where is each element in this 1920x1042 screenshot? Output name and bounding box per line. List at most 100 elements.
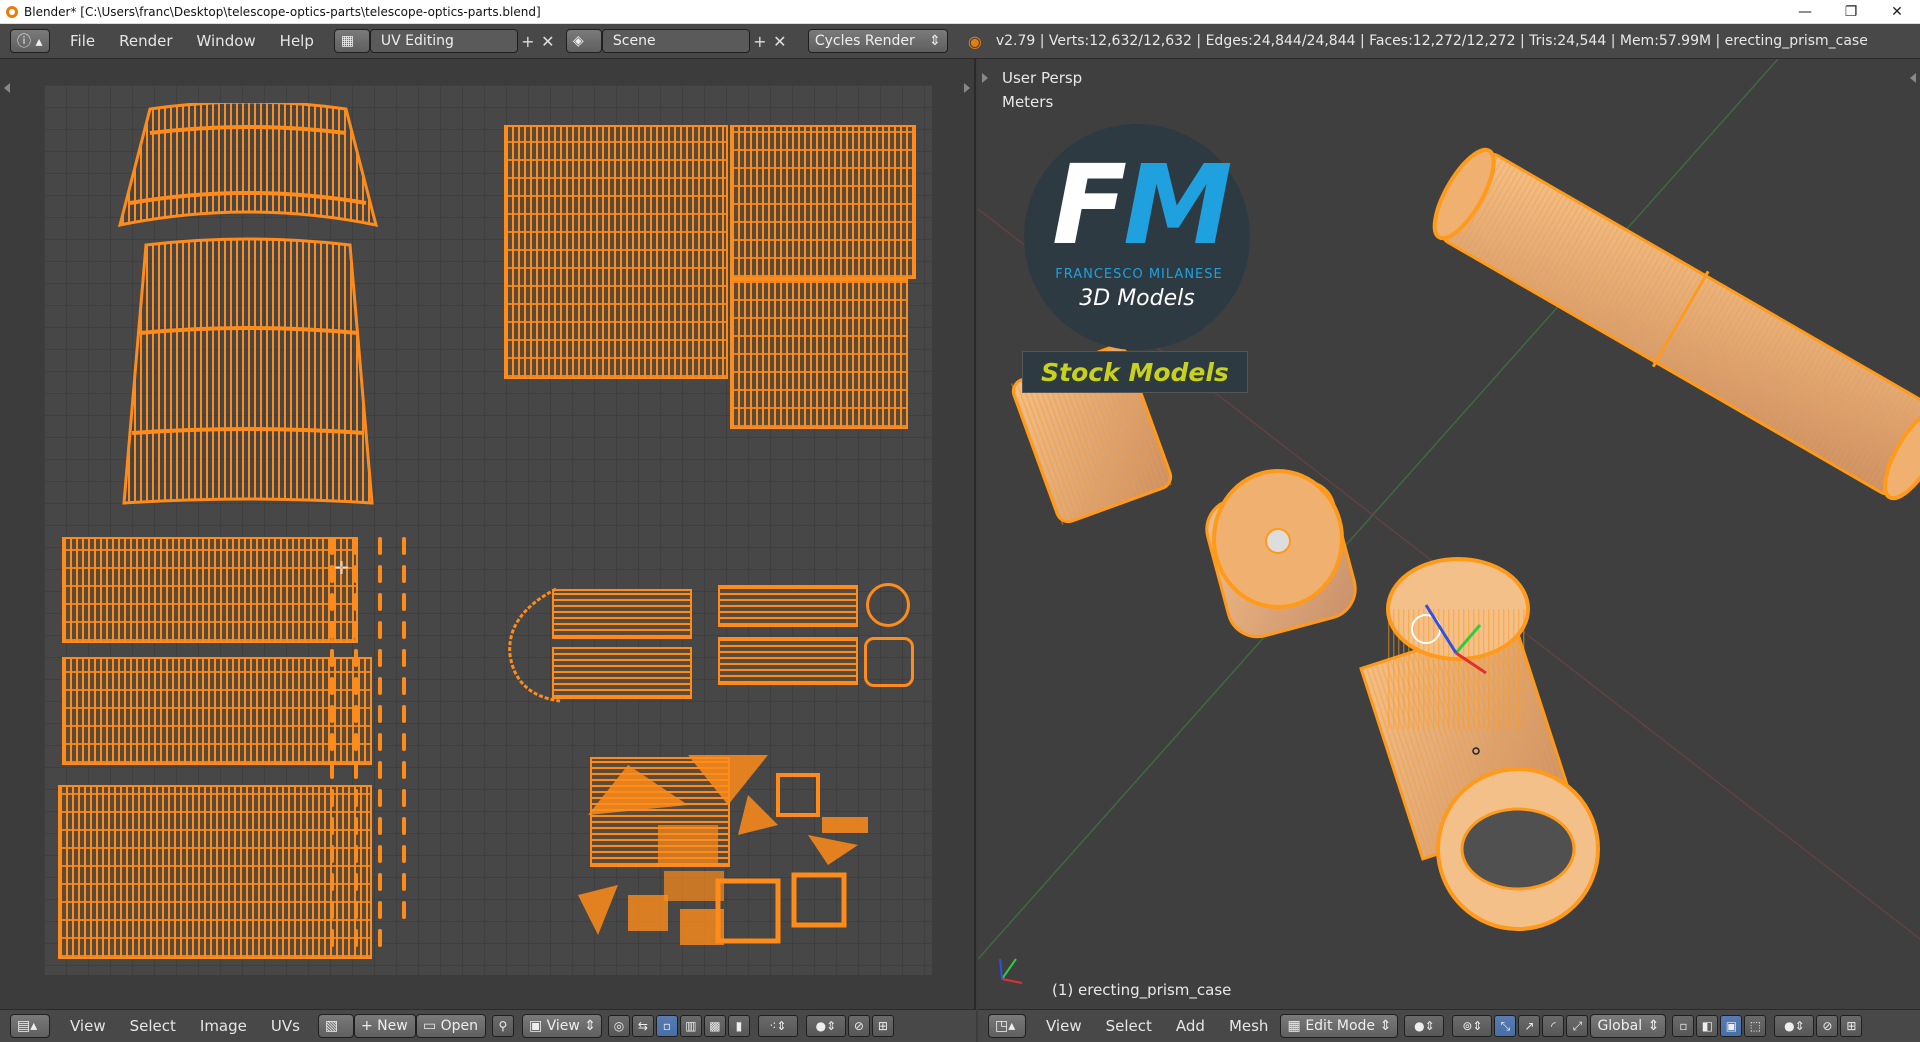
menu-render[interactable]: Render bbox=[107, 32, 184, 50]
toolshelf-toggle-icon[interactable] bbox=[4, 83, 10, 93]
uv-island-pin bbox=[330, 929, 334, 947]
uv-menu-view[interactable]: View bbox=[58, 1017, 118, 1035]
viewport-shading-icon[interactable]: ●⇕ bbox=[1404, 1015, 1445, 1037]
remove-scene-icon[interactable]: ✕ bbox=[770, 31, 790, 51]
pivot-point-icon[interactable]: ⊚⇕ bbox=[1452, 1015, 1493, 1037]
uv-island-pin bbox=[402, 873, 406, 891]
3d-menu-mesh[interactable]: Mesh bbox=[1217, 1017, 1281, 1035]
vertex-select-mode-icon[interactable]: ▫ bbox=[1672, 1015, 1695, 1037]
uv-island-pin bbox=[330, 621, 334, 639]
uv-island-pin bbox=[354, 593, 358, 611]
transform-orientation-select[interactable]: Global ⇕ bbox=[1590, 1014, 1667, 1038]
3d-viewport[interactable]: User Persp Meters (1) erecting_prism_cas… bbox=[978, 59, 1920, 1009]
3d-menu-select[interactable]: Select bbox=[1094, 1017, 1164, 1035]
properties-toggle-icon[interactable] bbox=[964, 83, 970, 93]
uv-menu-select[interactable]: Select bbox=[118, 1017, 188, 1035]
proportional-edit-3d-icon[interactable]: ●⇕ bbox=[1774, 1015, 1815, 1037]
add-layout-icon[interactable]: + bbox=[518, 31, 538, 51]
uv-island-pin bbox=[378, 929, 382, 947]
menu-help[interactable]: Help bbox=[268, 32, 326, 50]
uv-island-pin bbox=[354, 789, 358, 807]
uv-island-pin bbox=[378, 733, 382, 751]
editor-type-3d-icon[interactable]: ◳▴ bbox=[988, 1014, 1026, 1038]
uv-island-pin bbox=[402, 621, 406, 639]
manipulator-icon[interactable]: ⤡ bbox=[1494, 1015, 1517, 1037]
close-button[interactable]: ✕ bbox=[1874, 0, 1920, 24]
logo-author: FRANCESCO MILANESE bbox=[1055, 267, 1223, 282]
face-select-mode-icon[interactable]: ▣ bbox=[1720, 1015, 1743, 1037]
uv-island-pin bbox=[330, 705, 334, 723]
snap-icon[interactable]: ⊘ bbox=[847, 1015, 870, 1037]
limit-selection-icon[interactable]: ⬚ bbox=[1744, 1015, 1767, 1037]
new-image-button[interactable]: + New bbox=[353, 1014, 416, 1038]
render-engine-label: Cycles Render bbox=[814, 33, 915, 49]
uv-image-editor[interactable]: ✛ bbox=[0, 59, 976, 1009]
uv-island-pin bbox=[402, 901, 406, 919]
scale-icon[interactable]: ⤢ bbox=[1566, 1015, 1589, 1037]
uv-island-cone bbox=[117, 103, 379, 505]
open-image-label: Open bbox=[440, 1018, 479, 1034]
stock-models-banner: Stock Models bbox=[1022, 351, 1248, 393]
uv-island-pin bbox=[354, 817, 358, 835]
scene-icon[interactable]: ◈ bbox=[565, 29, 602, 53]
scene-field[interactable]: Scene bbox=[601, 29, 750, 53]
maximize-button[interactable]: ❐ bbox=[1828, 0, 1874, 24]
minimize-button[interactable]: — bbox=[1782, 0, 1828, 24]
snap-3d-icon[interactable]: ⊘ bbox=[1816, 1015, 1839, 1037]
editor-type-info-icon[interactable]: ⓘ ▴ bbox=[10, 29, 50, 53]
screen-layout-field[interactable]: UV Editing bbox=[369, 29, 518, 53]
sync-selection-icon[interactable]: ⇆ bbox=[631, 1015, 654, 1037]
sticky-selection-icon[interactable]: ⁖⇕ bbox=[757, 1015, 798, 1037]
uv-island-pin bbox=[378, 593, 382, 611]
view-mode-select[interactable]: ▣ View ⇕ bbox=[521, 1014, 602, 1038]
render-engine-select[interactable]: Cycles Render ⇕ bbox=[807, 29, 948, 53]
blender-icon: ◉ bbox=[967, 31, 982, 51]
translate-icon[interactable]: ↗ bbox=[1518, 1015, 1541, 1037]
fm-logo: FM FRANCESCO MILANESE 3D Models bbox=[1024, 124, 1250, 350]
uv-island-pin bbox=[330, 537, 334, 555]
snap-element-icon[interactable]: ⊞ bbox=[871, 1015, 894, 1037]
uv-grid[interactable]: ✛ bbox=[44, 85, 932, 975]
vertex-select-icon[interactable]: ▫ bbox=[655, 1015, 678, 1037]
uv-island-pin bbox=[378, 873, 382, 891]
uv-island-pin bbox=[330, 593, 334, 611]
2d-cursor-icon[interactable]: ✛ bbox=[334, 559, 354, 579]
pivot-icon[interactable]: ◎ bbox=[607, 1015, 630, 1037]
edge-select-icon[interactable]: ▥ bbox=[679, 1015, 702, 1037]
3d-view-header: ◳▴ View Select Add Mesh ▦ Edit Mode ⇕ ●⇕ ⊚… bbox=[978, 1009, 1920, 1042]
uv-island-pin bbox=[354, 677, 358, 695]
island-select-icon[interactable]: ▮ bbox=[727, 1015, 750, 1037]
uv-island-ring bbox=[866, 583, 910, 627]
uv-island-pin bbox=[402, 649, 406, 667]
image-browse-icon[interactable]: ▧ bbox=[317, 1014, 354, 1038]
logo-subtitle: 3D Models bbox=[1079, 286, 1195, 311]
editor-type-uv-icon[interactable]: ▤▴ bbox=[10, 1014, 50, 1038]
3d-menu-add[interactable]: Add bbox=[1164, 1017, 1217, 1035]
menu-window[interactable]: Window bbox=[185, 32, 268, 50]
pin-icon[interactable]: ⚲ bbox=[491, 1015, 514, 1037]
interaction-mode-label: Edit Mode bbox=[1305, 1018, 1376, 1034]
remove-layout-icon[interactable]: ✕ bbox=[538, 31, 558, 51]
edit-mode-icon: ▦ bbox=[1287, 1018, 1301, 1034]
view-mode-label: View bbox=[546, 1018, 580, 1034]
uv-menu-image[interactable]: Image bbox=[188, 1017, 259, 1035]
proportional-edit-icon[interactable]: ●⇕ bbox=[805, 1015, 846, 1037]
menu-file[interactable]: File bbox=[58, 32, 107, 50]
edge-select-mode-icon[interactable]: ◧ bbox=[1696, 1015, 1719, 1037]
uv-island-pin bbox=[378, 705, 382, 723]
screen-layout-icon[interactable]: ▦ bbox=[333, 29, 370, 53]
uv-island-pin bbox=[330, 901, 334, 919]
face-select-icon[interactable]: ▩ bbox=[703, 1015, 726, 1037]
rotate-icon[interactable]: ◜ bbox=[1542, 1015, 1565, 1037]
3d-menu-view[interactable]: View bbox=[1034, 1017, 1094, 1035]
uv-menu-uvs[interactable]: UVs bbox=[259, 1017, 312, 1035]
uv-island-pin bbox=[330, 649, 334, 667]
open-image-button[interactable]: ▭ Open bbox=[415, 1014, 486, 1038]
plus-icon: + bbox=[360, 1018, 378, 1034]
transform-orientation-label: Global bbox=[1597, 1018, 1643, 1034]
uv-island-rect bbox=[62, 657, 372, 765]
add-scene-icon[interactable]: + bbox=[750, 31, 770, 51]
snap-element-3d-icon[interactable]: ⊞ bbox=[1840, 1015, 1863, 1037]
interaction-mode-select[interactable]: ▦ Edit Mode ⇕ bbox=[1280, 1014, 1399, 1038]
chevron-updown-icon: ⇕ bbox=[929, 33, 941, 49]
